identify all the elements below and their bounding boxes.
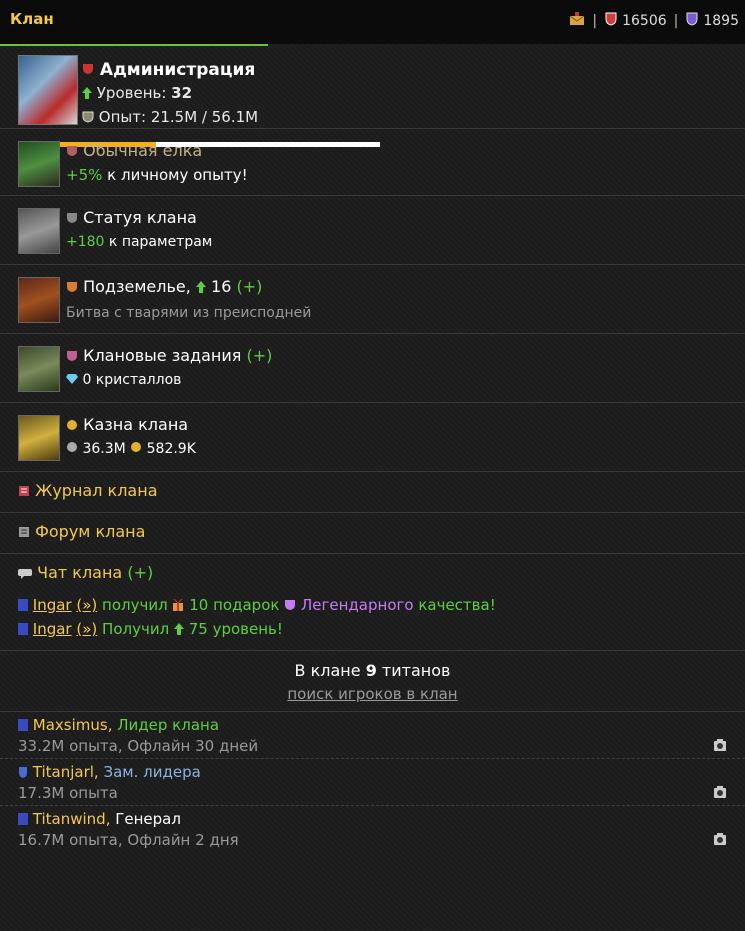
tree-bonus: +5% к личному опыту! [66, 166, 248, 184]
chat-link: Чат клана [37, 563, 123, 582]
up-arrow-icon [173, 621, 184, 639]
clan-header: Администрация Уровень: 32 Опыт: 21.5M / … [0, 0, 745, 147]
camera-icon[interactable] [713, 832, 727, 846]
dungeon-row[interactable]: Подземелье, 16 (+) Битва с тварями из пр… [0, 265, 745, 334]
forum-link: Форум клана [35, 522, 146, 541]
tasks-subtitle: 0 кристаллов [66, 372, 181, 388]
clan-tasks-row[interactable]: Клановые задания (+) 0 кристаллов [0, 334, 745, 403]
member-name[interactable]: Titanjarl, [33, 763, 99, 781]
statue-image [18, 208, 60, 254]
journal-link: Журнал клана [35, 481, 158, 500]
search-players-link[interactable]: поиск игроков в клан [287, 685, 457, 703]
tree-title: Обычная елка [83, 141, 203, 160]
member-info: 16.7M опыта, Офлайн 2 дня [18, 831, 239, 849]
clan-statue-row[interactable]: Статуя клана +180 к параметрам [0, 196, 745, 265]
members-count: В клане 9 титанов [294, 661, 451, 680]
clan-name: Администрация [82, 60, 255, 80]
chat-section: Чат клана (+) Ingar (») получил 10 подар… [0, 554, 745, 651]
chat-message-1: Ingar (») получил 10 подарок Легендарног… [18, 596, 496, 615]
clan-tree-row[interactable]: Обычная елка +5% к личному опыту! [0, 129, 745, 196]
chat-reply-link[interactable]: (») [76, 596, 97, 614]
up-arrow-icon [82, 85, 92, 103]
member-row[interactable]: Titanjarl, Зам. лидера 17.3M опыта [0, 759, 745, 806]
camera-icon[interactable] [713, 785, 727, 799]
camera-icon[interactable] [713, 738, 727, 752]
forum-icon [18, 523, 30, 542]
member-name[interactable]: Maxsimus, [33, 716, 113, 734]
member-role: Генерал [115, 810, 181, 828]
gift-icon [172, 597, 184, 615]
clan-crest-icon [82, 60, 94, 80]
tasks-plus[interactable]: (+) [246, 346, 272, 365]
player-rank-icon [18, 597, 28, 615]
journal-icon [18, 482, 30, 501]
clan-experience: Опыт: 21.5M / 56.1M [82, 108, 258, 127]
player-rank-icon [18, 621, 28, 639]
clan-emblem[interactable] [18, 55, 78, 125]
silver-coin-icon [66, 441, 78, 457]
member-row[interactable]: Titanwind, Генерал 16.7M опыта, Офлайн 2… [0, 806, 745, 852]
tree-shield-icon [66, 142, 78, 161]
up-arrow-icon [195, 278, 206, 297]
legendary-shield-icon [284, 597, 296, 615]
diamond-icon [66, 372, 78, 388]
tasks-image [18, 346, 60, 392]
tree-image [18, 141, 60, 187]
tasks-shield-icon [66, 347, 78, 366]
gold-coin-icon [66, 416, 78, 435]
statue-title: Статуя клана [83, 208, 197, 227]
treasury-title: Казна клана [83, 415, 189, 434]
chat-plus[interactable]: (+) [127, 563, 153, 582]
player-rank-icon [18, 717, 28, 735]
gold-coin-icon [130, 441, 142, 457]
chat-reply-link[interactable]: (») [76, 620, 97, 638]
member-role: Зам. лидера [103, 763, 201, 781]
dungeon-shield-icon [66, 278, 78, 297]
player-rank-icon [18, 764, 28, 782]
chat-message-2: Ingar (») Получил 75 уровень! [18, 620, 283, 639]
journal-link-row[interactable]: Журнал клана [0, 472, 745, 513]
treasury-row[interactable]: Казна клана 36.3M 582.9K [0, 403, 745, 472]
members-header: В клане 9 титанов поиск игроков в клан [0, 651, 745, 712]
chat-icon [18, 564, 32, 583]
member-role: Лидер клана [117, 716, 220, 734]
clan-level: Уровень: 32 [82, 84, 192, 103]
member-row[interactable]: Maxsimus, Лидер клана 33.2M опыта, Офлай… [0, 712, 745, 759]
chat-user-link[interactable]: Ingar [33, 596, 72, 614]
dungeon-title: Подземелье, [83, 277, 191, 296]
treasury-image [18, 415, 60, 461]
dungeon-level: 16 [211, 277, 232, 296]
forum-link-row[interactable]: Форум клана [0, 513, 745, 554]
dungeon-image [18, 277, 60, 323]
treasury-balance: 36.3M 582.9K [66, 441, 196, 457]
exp-shield-icon [82, 109, 94, 127]
statue-crest-icon [66, 209, 78, 228]
statue-bonus: +180 к параметрам [66, 234, 213, 250]
dungeon-subtitle: Битва с тварями из преисподней [66, 305, 312, 321]
member-info: 17.3M опыта [18, 784, 118, 802]
chat-user-link[interactable]: Ingar [33, 620, 72, 638]
member-name[interactable]: Titanwind, [33, 810, 111, 828]
player-rank-icon [18, 811, 28, 829]
dungeon-plus[interactable]: (+) [236, 277, 262, 296]
member-info: 33.2M опыта, Офлайн 30 дней [18, 737, 259, 755]
tasks-title: Клановые задания [83, 346, 242, 365]
